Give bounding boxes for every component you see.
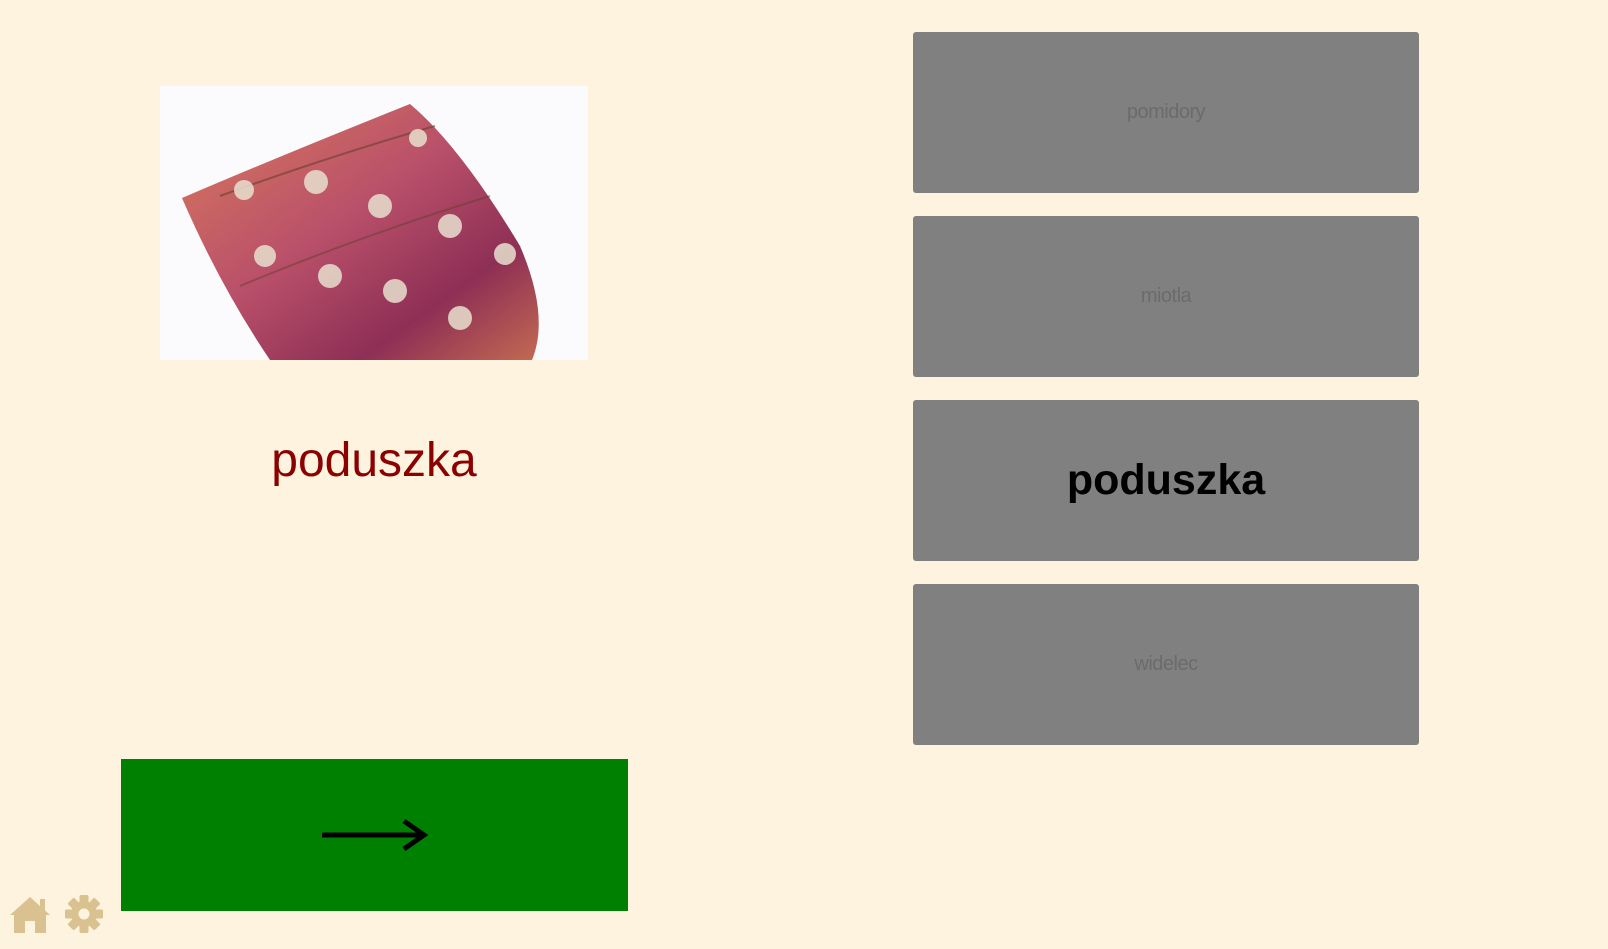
target-word: poduszka (271, 434, 477, 487)
option-button-pomidory[interactable]: pomidory (913, 32, 1419, 193)
option-button-miotla[interactable]: miotla (913, 216, 1419, 377)
home-icon[interactable] (7, 893, 53, 935)
next-button[interactable] (121, 759, 628, 911)
answer-options: pomidory miotla poduszka widelec (913, 32, 1419, 768)
footer-icons (7, 893, 107, 935)
option-button-poduszka[interactable]: poduszka (913, 400, 1419, 561)
gear-icon[interactable] (61, 893, 107, 935)
pillow-image (160, 86, 588, 360)
long-right-arrow-icon (321, 818, 428, 852)
option-button-widelec[interactable]: widelec (913, 584, 1419, 745)
